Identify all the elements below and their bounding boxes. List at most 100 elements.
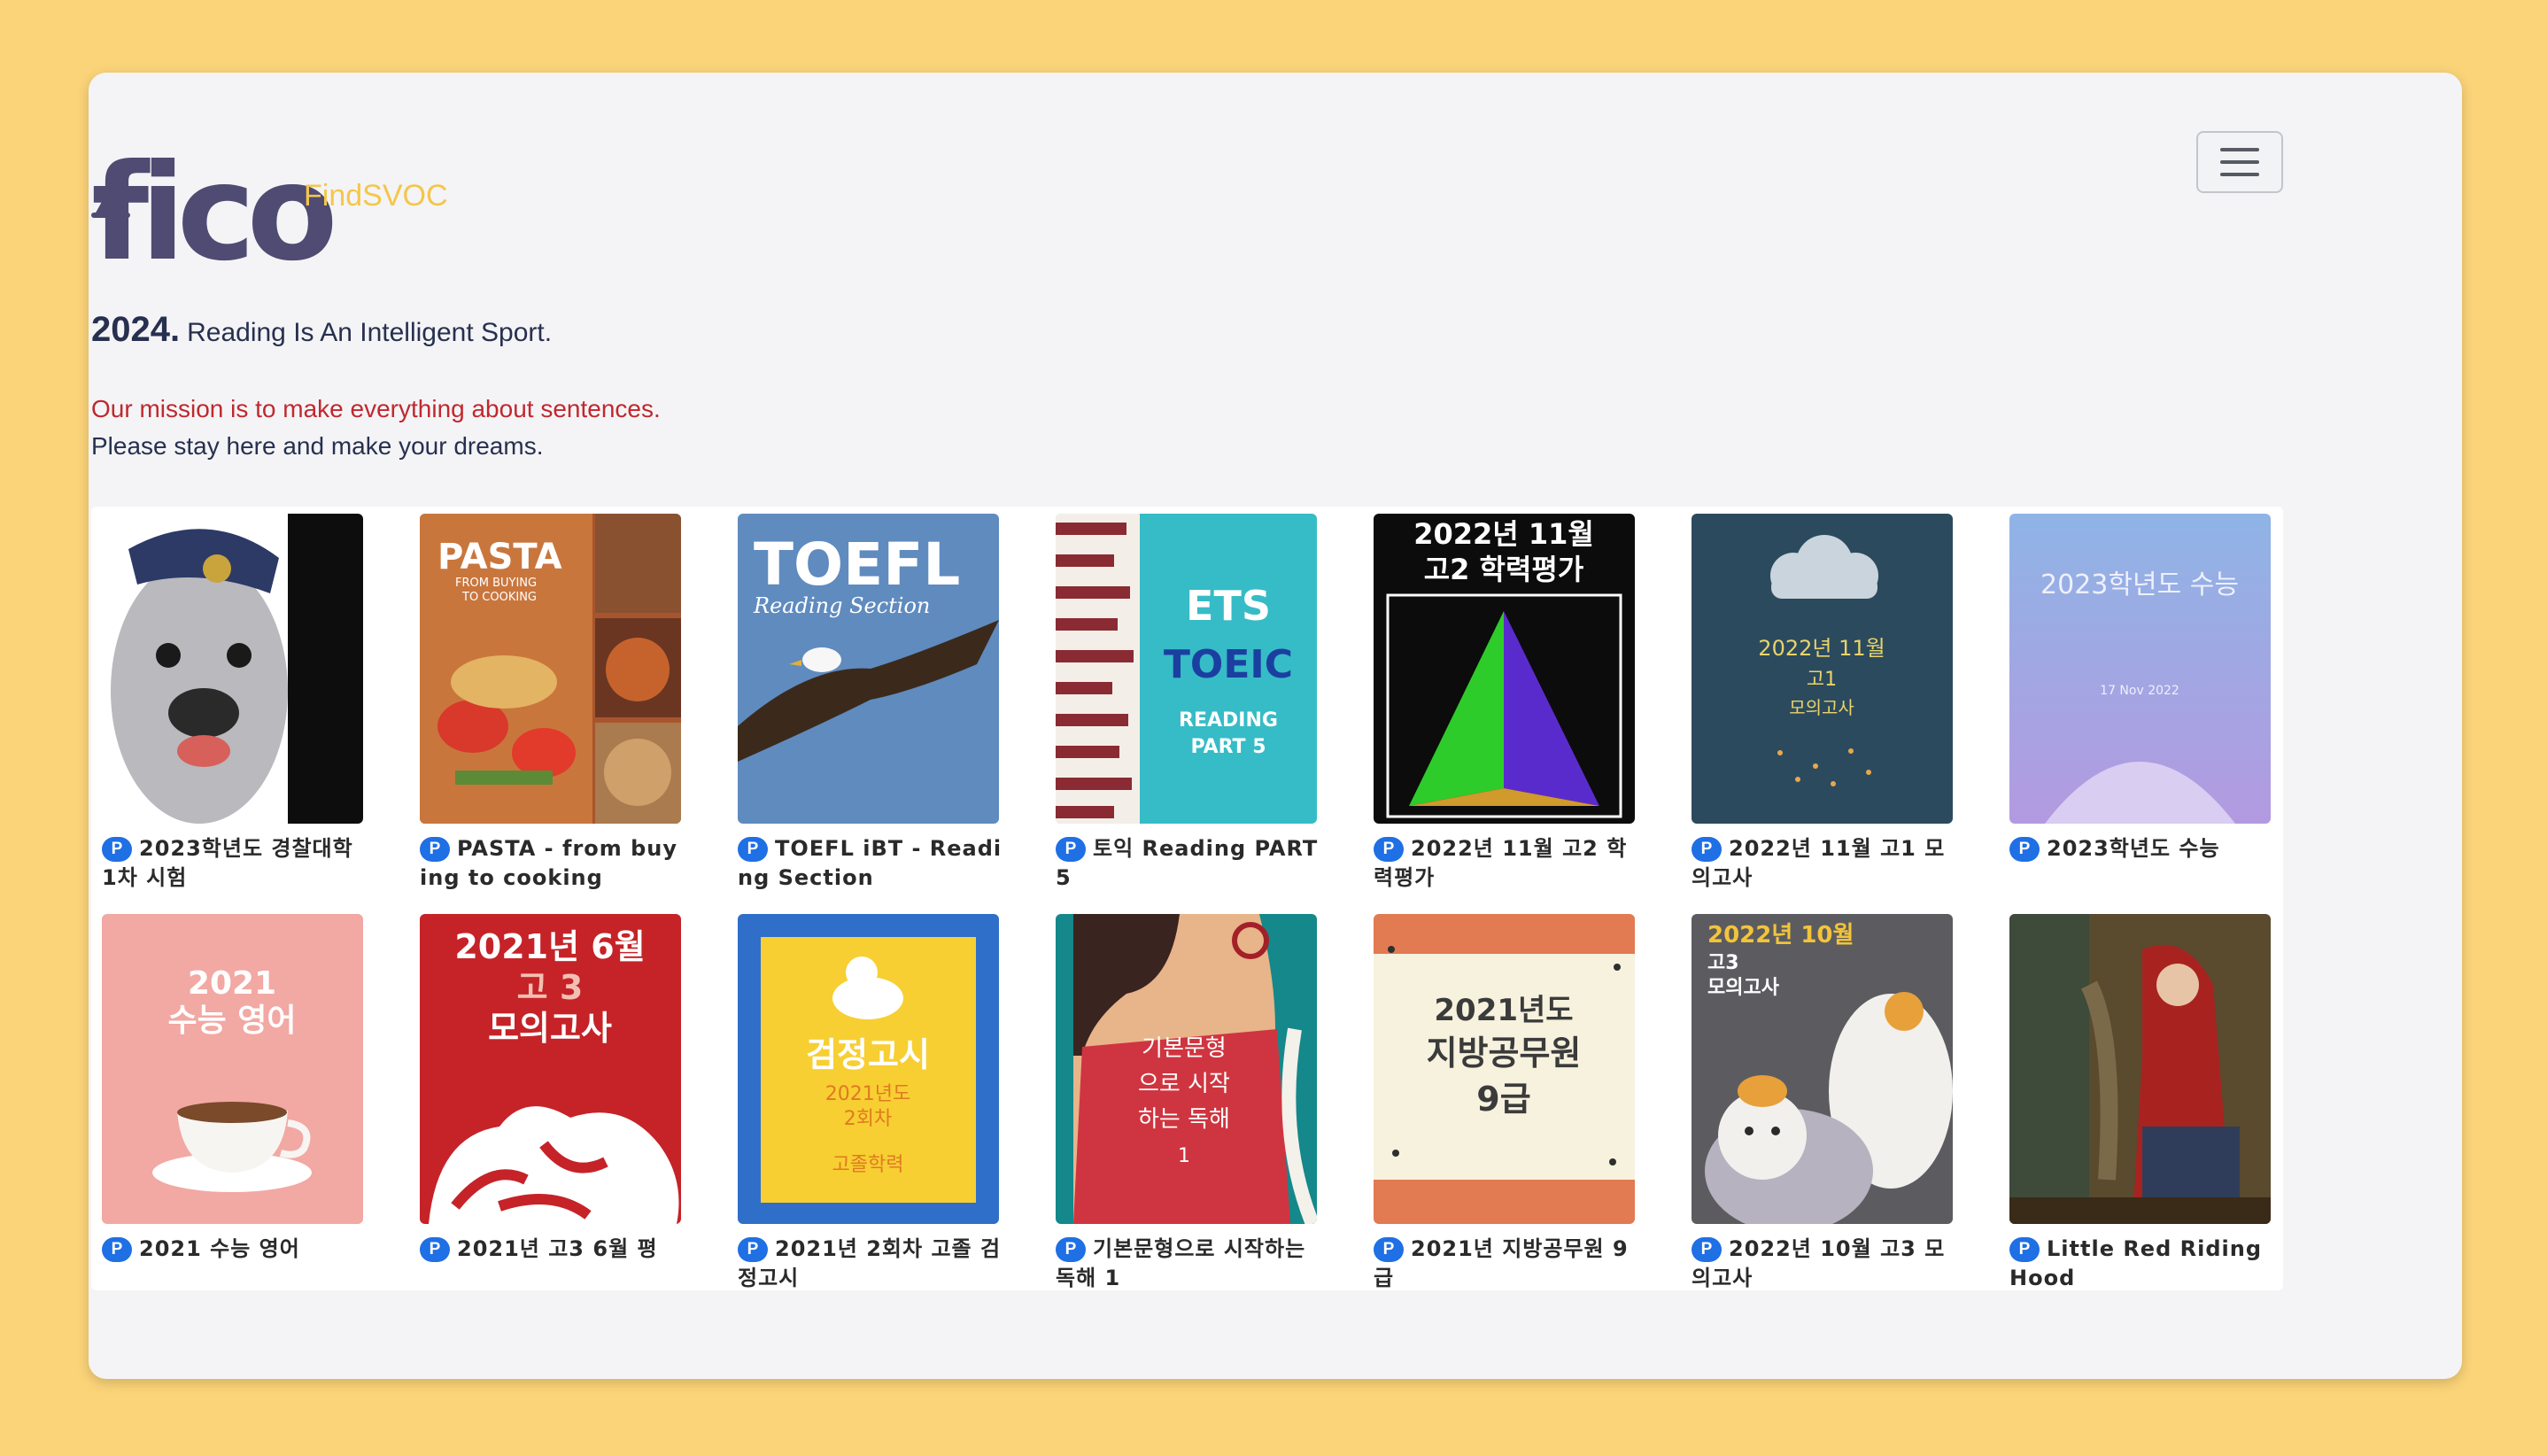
svg-text:모의고사: 모의고사 xyxy=(1707,977,1780,999)
svg-text:모의고사: 모의고사 xyxy=(1789,697,1854,718)
cover-title: 2022년 10월 xyxy=(1707,922,1854,949)
book-card[interactable]: 2021년 6월 고 3 모의고사 P 2021년 고3 6월 평 xyxy=(420,914,685,1264)
tagline: 2024. Reading Is An Intelligent Sport. xyxy=(91,310,552,350)
premium-badge: P xyxy=(738,837,768,862)
book-title: Little Red Riding Hood xyxy=(2009,1236,2262,1290)
book-cover[interactable]: ETS TOEIC READING PART 5 xyxy=(1056,514,1317,824)
book-cover[interactable]: 기본문형 으로 시작 하는 독해 1 xyxy=(1056,914,1317,1224)
premium-badge: P xyxy=(102,837,132,862)
book-card[interactable]: 기본문형 으로 시작 하는 독해 1 P 기본문형으로 시작하는 독해 1 xyxy=(1056,914,1321,1293)
book-cover[interactable]: 2023학년도 수능 17 Nov 2022 xyxy=(2009,514,2271,824)
book-card[interactable]: 2021년도 지방공무원 9급 P 2021년 지방공무원 9급 xyxy=(1374,914,1639,1293)
book-card[interactable]: P Little Red Riding Hood xyxy=(2009,914,2275,1293)
book-title: 2023학년도 수능 xyxy=(2047,836,2220,861)
cover-title: 검정고시 xyxy=(806,1035,930,1074)
logo-wordmark: fico xyxy=(91,136,338,290)
svg-text:TO COOKING: TO COOKING xyxy=(461,591,537,604)
mission-text: Our mission is to make everything about … xyxy=(91,395,661,422)
dreams-text: Please stay here and make your dreams. xyxy=(91,432,544,460)
premium-badge: P xyxy=(1374,837,1404,862)
svg-text:TOEIC: TOEIC xyxy=(1164,642,1293,687)
svg-text:지방공무원: 지방공무원 xyxy=(1427,1034,1582,1073)
book-cover[interactable]: TOEFL Reading Section xyxy=(738,514,999,824)
book-cover[interactable]: 2022년 11월 고2 학력평가 xyxy=(1374,514,1635,824)
tagline-year: 2024. xyxy=(91,310,181,349)
book-cover[interactable]: PASTA FROM BUYING TO COOKING xyxy=(420,514,681,824)
premium-badge: P xyxy=(2009,837,2040,862)
book-card[interactable]: 2022년 11월 고2 학력평가 P 2022년 11월 고2 학력평가 xyxy=(1374,514,1639,893)
premium-badge: P xyxy=(2009,1237,2040,1262)
premium-badge: P xyxy=(1374,1237,1404,1262)
svg-text:수능 영어: 수능 영어 xyxy=(167,1003,296,1039)
premium-badge: P xyxy=(1056,837,1086,862)
premium-badge: P xyxy=(1056,1237,1086,1262)
book-cover[interactable]: 2021년도 지방공무원 9급 xyxy=(1374,914,1635,1224)
book-title: 2021 수능 영어 xyxy=(139,1236,300,1261)
svg-text:READING: READING xyxy=(1179,709,1278,732)
svg-text:고2 학력평가: 고2 학력평가 xyxy=(1424,553,1584,586)
svg-text:으로 시작: 으로 시작 xyxy=(1138,1071,1230,1097)
cover-title: 2023학년도 수능 xyxy=(2040,569,2239,600)
svg-text:2021년도: 2021년도 xyxy=(825,1083,910,1105)
cover-title: ETS xyxy=(1186,582,1271,630)
svg-text:고 3: 고 3 xyxy=(517,968,584,1007)
svg-text:17 Nov 2022: 17 Nov 2022 xyxy=(2100,684,2179,698)
book-card[interactable]: ETS TOEIC READING PART 5 P 토익 Reading PAR… xyxy=(1056,514,1321,893)
book-cover[interactable] xyxy=(102,514,363,824)
book-cover[interactable]: 2021년 6월 고 3 모의고사 xyxy=(420,914,681,1224)
book-title: 2022년 11월 고1 모의고사 xyxy=(1692,836,1946,890)
cover-title: 기본문형 xyxy=(1142,1035,1227,1062)
svg-text:PART 5: PART 5 xyxy=(1190,736,1266,758)
book-title: 토익 Reading PART 5 xyxy=(1056,836,1319,890)
book-card[interactable]: PASTA FROM BUYING TO COOKING P PASTA - fr… xyxy=(420,514,685,893)
book-card[interactable]: 2022년 11월 고1 모의고사 P 2022년 11월 고1 모의고사 xyxy=(1692,514,1957,893)
book-title: 2022년 11월 고2 학력평가 xyxy=(1374,836,1628,890)
svg-text:1: 1 xyxy=(1178,1145,1190,1167)
menu-toggle-button[interactable] xyxy=(2196,131,2283,193)
premium-badge: P xyxy=(102,1237,132,1262)
premium-badge: P xyxy=(1692,837,1722,862)
book-card[interactable]: TOEFL Reading Section P TOEFL iBT - Readi… xyxy=(738,514,1003,893)
svg-text:모의고사: 모의고사 xyxy=(488,1009,612,1048)
book-cover[interactable]: 2022년 10월 고3 모의고사 xyxy=(1692,914,1953,1224)
svg-text:고1: 고1 xyxy=(1807,669,1837,691)
premium-badge: P xyxy=(1692,1237,1722,1262)
svg-text:Reading Section: Reading Section xyxy=(753,593,930,618)
premium-badge: P xyxy=(420,1237,450,1262)
book-cover[interactable]: 검정고시 2021년도 2회차 고졸학력 xyxy=(738,914,999,1224)
book-title: 2023학년도 경찰대학 1차 시험 xyxy=(102,836,353,890)
svg-text:하는 독해: 하는 독해 xyxy=(1138,1106,1230,1133)
logo[interactable]: fico FindSVOC xyxy=(91,106,448,290)
cover-title: 2022년 11월 xyxy=(1413,517,1594,551)
book-cover[interactable]: 2022년 11월 고1 모의고사 xyxy=(1692,514,1953,824)
svg-text:2회차: 2회차 xyxy=(844,1108,892,1130)
book-title: 2022년 10월 고3 모의고사 xyxy=(1692,1236,1946,1290)
logo-subtitle: FindSVOC xyxy=(304,179,448,213)
book-card[interactable]: 2021 수능 영어 P 2021 수능 영어 xyxy=(102,914,368,1264)
cover-title: TOEFL xyxy=(754,531,960,599)
cover-title: PASTA xyxy=(437,537,562,577)
cover-title: 2021 xyxy=(188,965,276,1002)
svg-text:9급: 9급 xyxy=(1476,1080,1530,1119)
hamburger-icon xyxy=(2220,148,2259,151)
book-grid: P 2023학년도 경찰대학 1차 시험 PASTA FROM BUYING TO… xyxy=(91,507,2283,1290)
cover-title: 2021년도 xyxy=(1434,993,1573,1028)
svg-text:고졸학력: 고졸학력 xyxy=(832,1154,904,1176)
book-cover[interactable]: 2021 수능 영어 xyxy=(102,914,363,1224)
book-title: 2021년 2회차 고졸 검정고시 xyxy=(738,1236,1002,1290)
book-title: 2021년 지방공무원 9급 xyxy=(1374,1236,1629,1290)
svg-text:고3: 고3 xyxy=(1707,952,1739,974)
book-title: 2021년 고3 6월 평 xyxy=(457,1236,658,1261)
premium-badge: P xyxy=(420,837,450,862)
tagline-text: Reading Is An Intelligent Sport. xyxy=(187,318,553,347)
book-card[interactable]: 2022년 10월 고3 모의고사 P 2022년 10월 고3 모의고사 xyxy=(1692,914,1957,1293)
book-card[interactable]: P 2023학년도 경찰대학 1차 시험 xyxy=(102,514,368,893)
book-title: PASTA - from buying to cooking xyxy=(420,836,678,890)
book-title: TOEFL iBT - Reading Section xyxy=(738,836,1003,890)
book-title: 기본문형으로 시작하는 독해 1 xyxy=(1056,1236,1306,1290)
book-card[interactable]: 검정고시 2021년도 2회차 고졸학력 P 2021년 2회차 고졸 검정고시 xyxy=(738,914,1003,1293)
book-card[interactable]: 2023학년도 수능 17 Nov 2022 P 2023학년도 수능 xyxy=(2009,514,2275,864)
cover-title: 2021년 6월 xyxy=(454,927,645,966)
svg-text:FROM BUYING: FROM BUYING xyxy=(455,577,537,590)
book-cover[interactable] xyxy=(2009,914,2271,1224)
